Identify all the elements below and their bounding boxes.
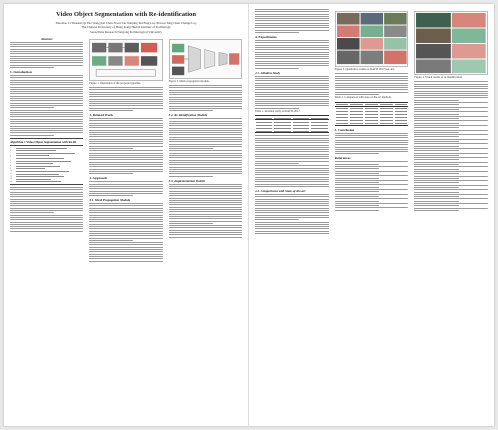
- table-2-caption: Table 2. Comparison with state-of-the-ar…: [334, 96, 392, 100]
- pdf-spread: Video Object Segmentation with Re-identi…: [4, 4, 494, 426]
- algorithm-block: Algorithm 1 Video Object Segmentation wi…: [10, 137, 84, 186]
- reference-list: [414, 102, 489, 211]
- body-text: [255, 9, 329, 33]
- table-1-caption: Table 1. Ablation study on DAVIS 2017.: [255, 110, 301, 114]
- body-text: [168, 118, 242, 177]
- figure-1: [89, 38, 163, 81]
- body-text: [10, 75, 84, 136]
- body-text: [89, 118, 163, 175]
- body-text: [89, 181, 163, 197]
- abstract-text: [10, 41, 84, 68]
- column-left: 4. Experiments 4.1. Ablation Study Table…: [255, 9, 329, 235]
- body-text: [255, 135, 329, 187]
- figure-1-caption: Figure 1. Illustration of the proposed p…: [89, 81, 141, 85]
- paper-page-1: Video Object Segmentation with Re-identi…: [4, 4, 249, 426]
- body-text: [89, 203, 163, 262]
- column-left: Abstract 1. Introduction Algorithm 1 Vid…: [10, 36, 84, 263]
- figure-4: [414, 11, 489, 75]
- reference-list: [334, 161, 409, 211]
- column-middle: Figure 1. Illustration of the proposed p…: [89, 37, 163, 263]
- figure-4-caption: Figure 4. Visual results of re-identific…: [414, 76, 463, 79]
- body-text: [255, 40, 329, 69]
- subsection-heading: 3.3. Implementation Details: [168, 178, 206, 183]
- section-heading: 3. Approach: [89, 176, 107, 181]
- body-text: [168, 183, 242, 238]
- column-middle: Figure 3. Qualitative results on DAVIS 2…: [334, 9, 409, 235]
- section-heading: 5. Conclusion: [334, 127, 355, 132]
- section-heading: 1. Introduction: [10, 69, 32, 74]
- body-text: [168, 85, 242, 112]
- subsection-heading: 3.1. Mask Propagation Module: [89, 198, 131, 203]
- body-text: [89, 87, 163, 112]
- body-text: [414, 81, 489, 101]
- figure-2: [168, 38, 242, 79]
- subsection-heading: 3.2. Re-identification Module: [168, 113, 208, 118]
- table-1: [255, 115, 329, 134]
- paper-title: Video Object Segmentation with Re-identi…: [55, 11, 197, 18]
- column-right: Figure 4. Visual results of re-identific…: [414, 9, 489, 235]
- affiliations: The Chinese University of Hong Kong Harb…: [10, 25, 242, 33]
- body-text: [255, 193, 329, 234]
- two-column-body: Abstract 1. Introduction Algorithm 1 Vid…: [10, 37, 242, 263]
- figure-3-caption: Figure 3. Qualitative results on DAVIS 2…: [334, 68, 395, 71]
- figure-2-caption: Figure 2. Mask propagation module.: [168, 79, 210, 83]
- section-heading: 4. Experiments: [255, 34, 277, 39]
- table-2: [334, 101, 409, 126]
- abstract-heading: Abstract: [40, 36, 53, 41]
- section-heading: References: [334, 156, 351, 161]
- algorithm-title: Algorithm 1 Video Object Segmentation wi…: [10, 140, 84, 146]
- section-heading: 2. Related Work: [89, 113, 113, 118]
- column-right: Figure 2. Mask propagation module. 3.2. …: [168, 37, 242, 263]
- subsection-heading: 4.1. Ablation Study: [255, 70, 281, 75]
- affiliation-line: SenseTime Research Nanyang Technological…: [90, 29, 162, 34]
- body-text: [10, 187, 84, 232]
- figure-3: [334, 11, 409, 67]
- body-text: [334, 73, 409, 96]
- subsection-heading: 4.2. Comparisons with State-of-the-art: [255, 188, 306, 193]
- body-text: [255, 75, 329, 109]
- two-column-body: 4. Experiments 4.1. Ablation Study Table…: [255, 9, 489, 235]
- paper-page-2: 4. Experiments 4.1. Ablation Study Table…: [249, 4, 494, 426]
- body-text: [334, 132, 409, 155]
